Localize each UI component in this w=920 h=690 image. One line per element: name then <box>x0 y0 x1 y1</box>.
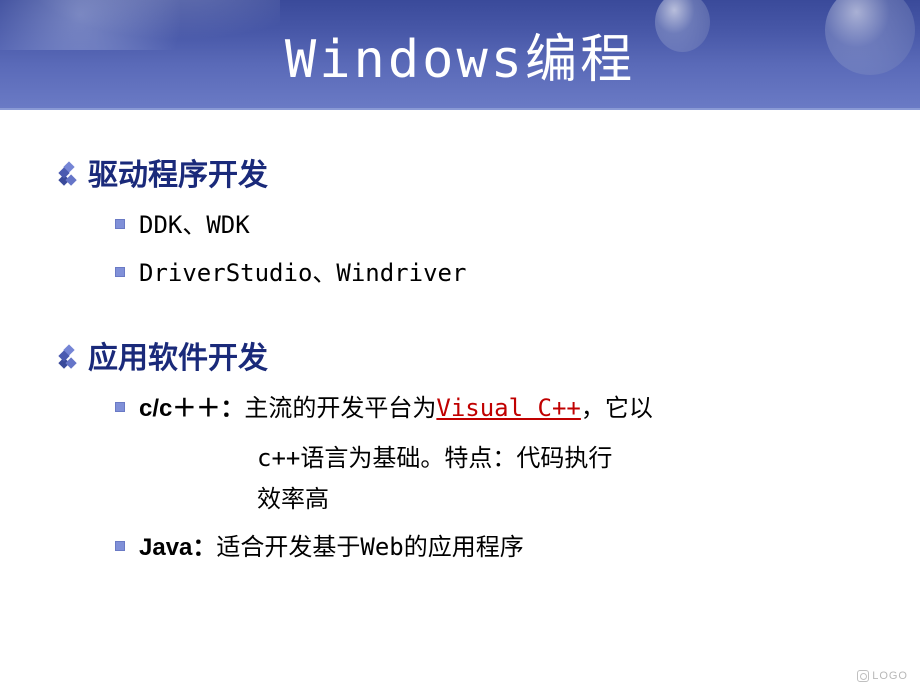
section-app-dev: 应用软件开发 c/c＋＋：主流的开发平台为Visual C++，它以 c++语言… <box>60 333 860 567</box>
slide-title-bar: Windows编程 <box>0 0 920 110</box>
item-continuation: 效率高 <box>257 479 860 520</box>
square-bullet-icon <box>115 541 125 551</box>
item-text: DriverStudio、Windriver <box>139 254 860 292</box>
slide-title: Windows编程 <box>285 17 635 92</box>
item-body: 适合开发基于Web的应用程序 <box>216 533 523 561</box>
sub-list: DDK、WDK DriverStudio、Windriver <box>115 206 860 293</box>
diamond-bullet-icon <box>60 163 78 181</box>
list-item: DriverStudio、Windriver <box>115 254 860 292</box>
item-text: DDK、WDK <box>139 206 860 244</box>
item-prefix: 主流的开发平台为 <box>244 394 436 422</box>
item-label: Java： <box>139 534 216 561</box>
visual-cpp-link[interactable]: Visual C++ <box>436 394 581 422</box>
water-droplet-decoration <box>655 0 710 52</box>
logo-watermark: LOGO <box>857 670 908 682</box>
section-header: 驱动程序开发 <box>60 150 860 194</box>
diamond-bullet-icon <box>60 346 78 364</box>
logo-text: LOGO <box>872 670 908 682</box>
item-continuation: c++语言为基础。特点：代码执行 <box>257 438 860 479</box>
water-droplet-decoration <box>825 0 915 75</box>
item-suffix: ，它以 <box>581 394 653 422</box>
section-title: 驱动程序开发 <box>88 150 268 194</box>
square-bullet-icon <box>115 267 125 277</box>
item-label: c/c＋＋： <box>139 395 244 422</box>
item-text: c/c＋＋：主流的开发平台为Visual C++，它以 <box>139 389 860 428</box>
section-title: 应用软件开发 <box>88 333 268 377</box>
section-driver-dev: 驱动程序开发 DDK、WDK DriverStudio、Windriver <box>60 150 860 293</box>
square-bullet-icon <box>115 219 125 229</box>
slide-content: 驱动程序开发 DDK、WDK DriverStudio、Windriver 应用… <box>0 110 920 647</box>
list-item: Java：适合开发基于Web的应用程序 <box>115 528 860 567</box>
list-item: c/c＋＋：主流的开发平台为Visual C++，它以 <box>115 389 860 428</box>
list-item: DDK、WDK <box>115 206 860 244</box>
item-text: Java：适合开发基于Web的应用程序 <box>139 528 860 567</box>
logo-icon <box>857 670 869 682</box>
sub-list: c/c＋＋：主流的开发平台为Visual C++，它以 c++语言为基础。特点：… <box>115 389 860 567</box>
square-bullet-icon <box>115 402 125 412</box>
section-header: 应用软件开发 <box>60 333 860 377</box>
